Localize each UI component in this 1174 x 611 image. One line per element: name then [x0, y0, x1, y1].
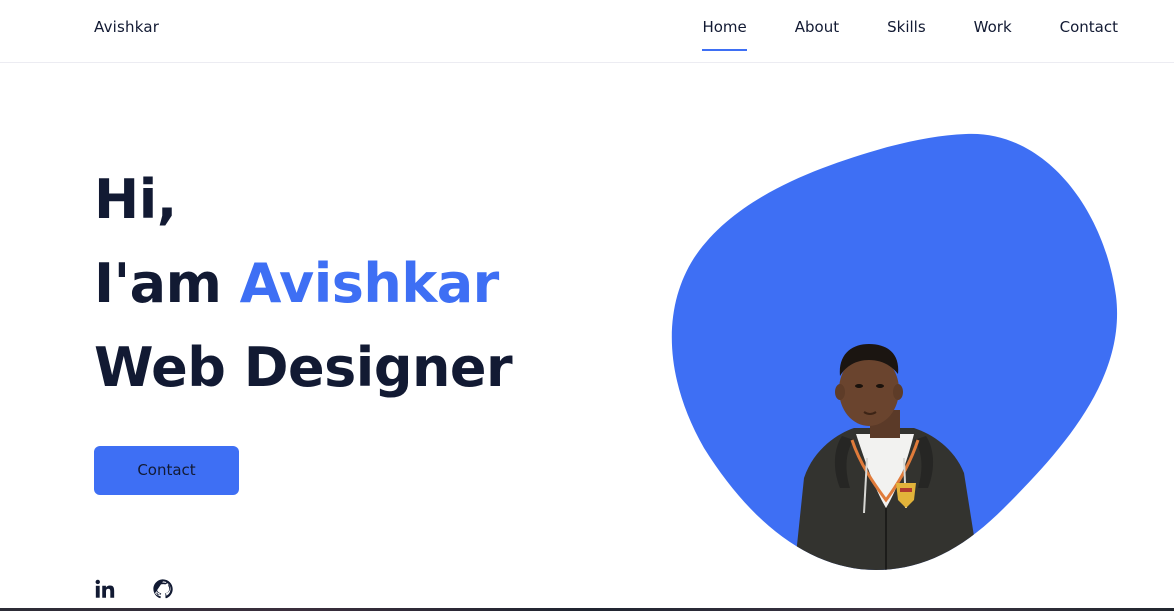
hero-intro-prefix: I'am — [94, 252, 222, 315]
contact-button[interactable]: Contact — [94, 446, 239, 495]
hero-role: Web Designer — [94, 336, 513, 399]
nav-item-contact[interactable]: Contact — [1060, 17, 1118, 51]
hero-greeting: Hi, — [94, 168, 177, 231]
main-nav: Home About Skills Work Contact — [654, 17, 1118, 51]
nav-item-about[interactable]: About — [795, 17, 839, 51]
nav-item-skills[interactable]: Skills — [887, 17, 926, 51]
top-navbar: Avishkar Home About Skills Work Contact — [0, 0, 1174, 63]
github-icon[interactable] — [152, 578, 176, 602]
linkedin-icon[interactable] — [94, 578, 118, 602]
hero-image-blob — [664, 128, 1124, 574]
social-links — [94, 578, 176, 602]
hero-title: Hi, I'am Avishkar Web Designer — [94, 158, 513, 410]
nav-item-work[interactable]: Work — [974, 17, 1012, 51]
hero-name: Avishkar — [239, 252, 500, 315]
brand-logo[interactable]: Avishkar — [94, 17, 159, 37]
nav-item-home[interactable]: Home — [702, 17, 748, 51]
